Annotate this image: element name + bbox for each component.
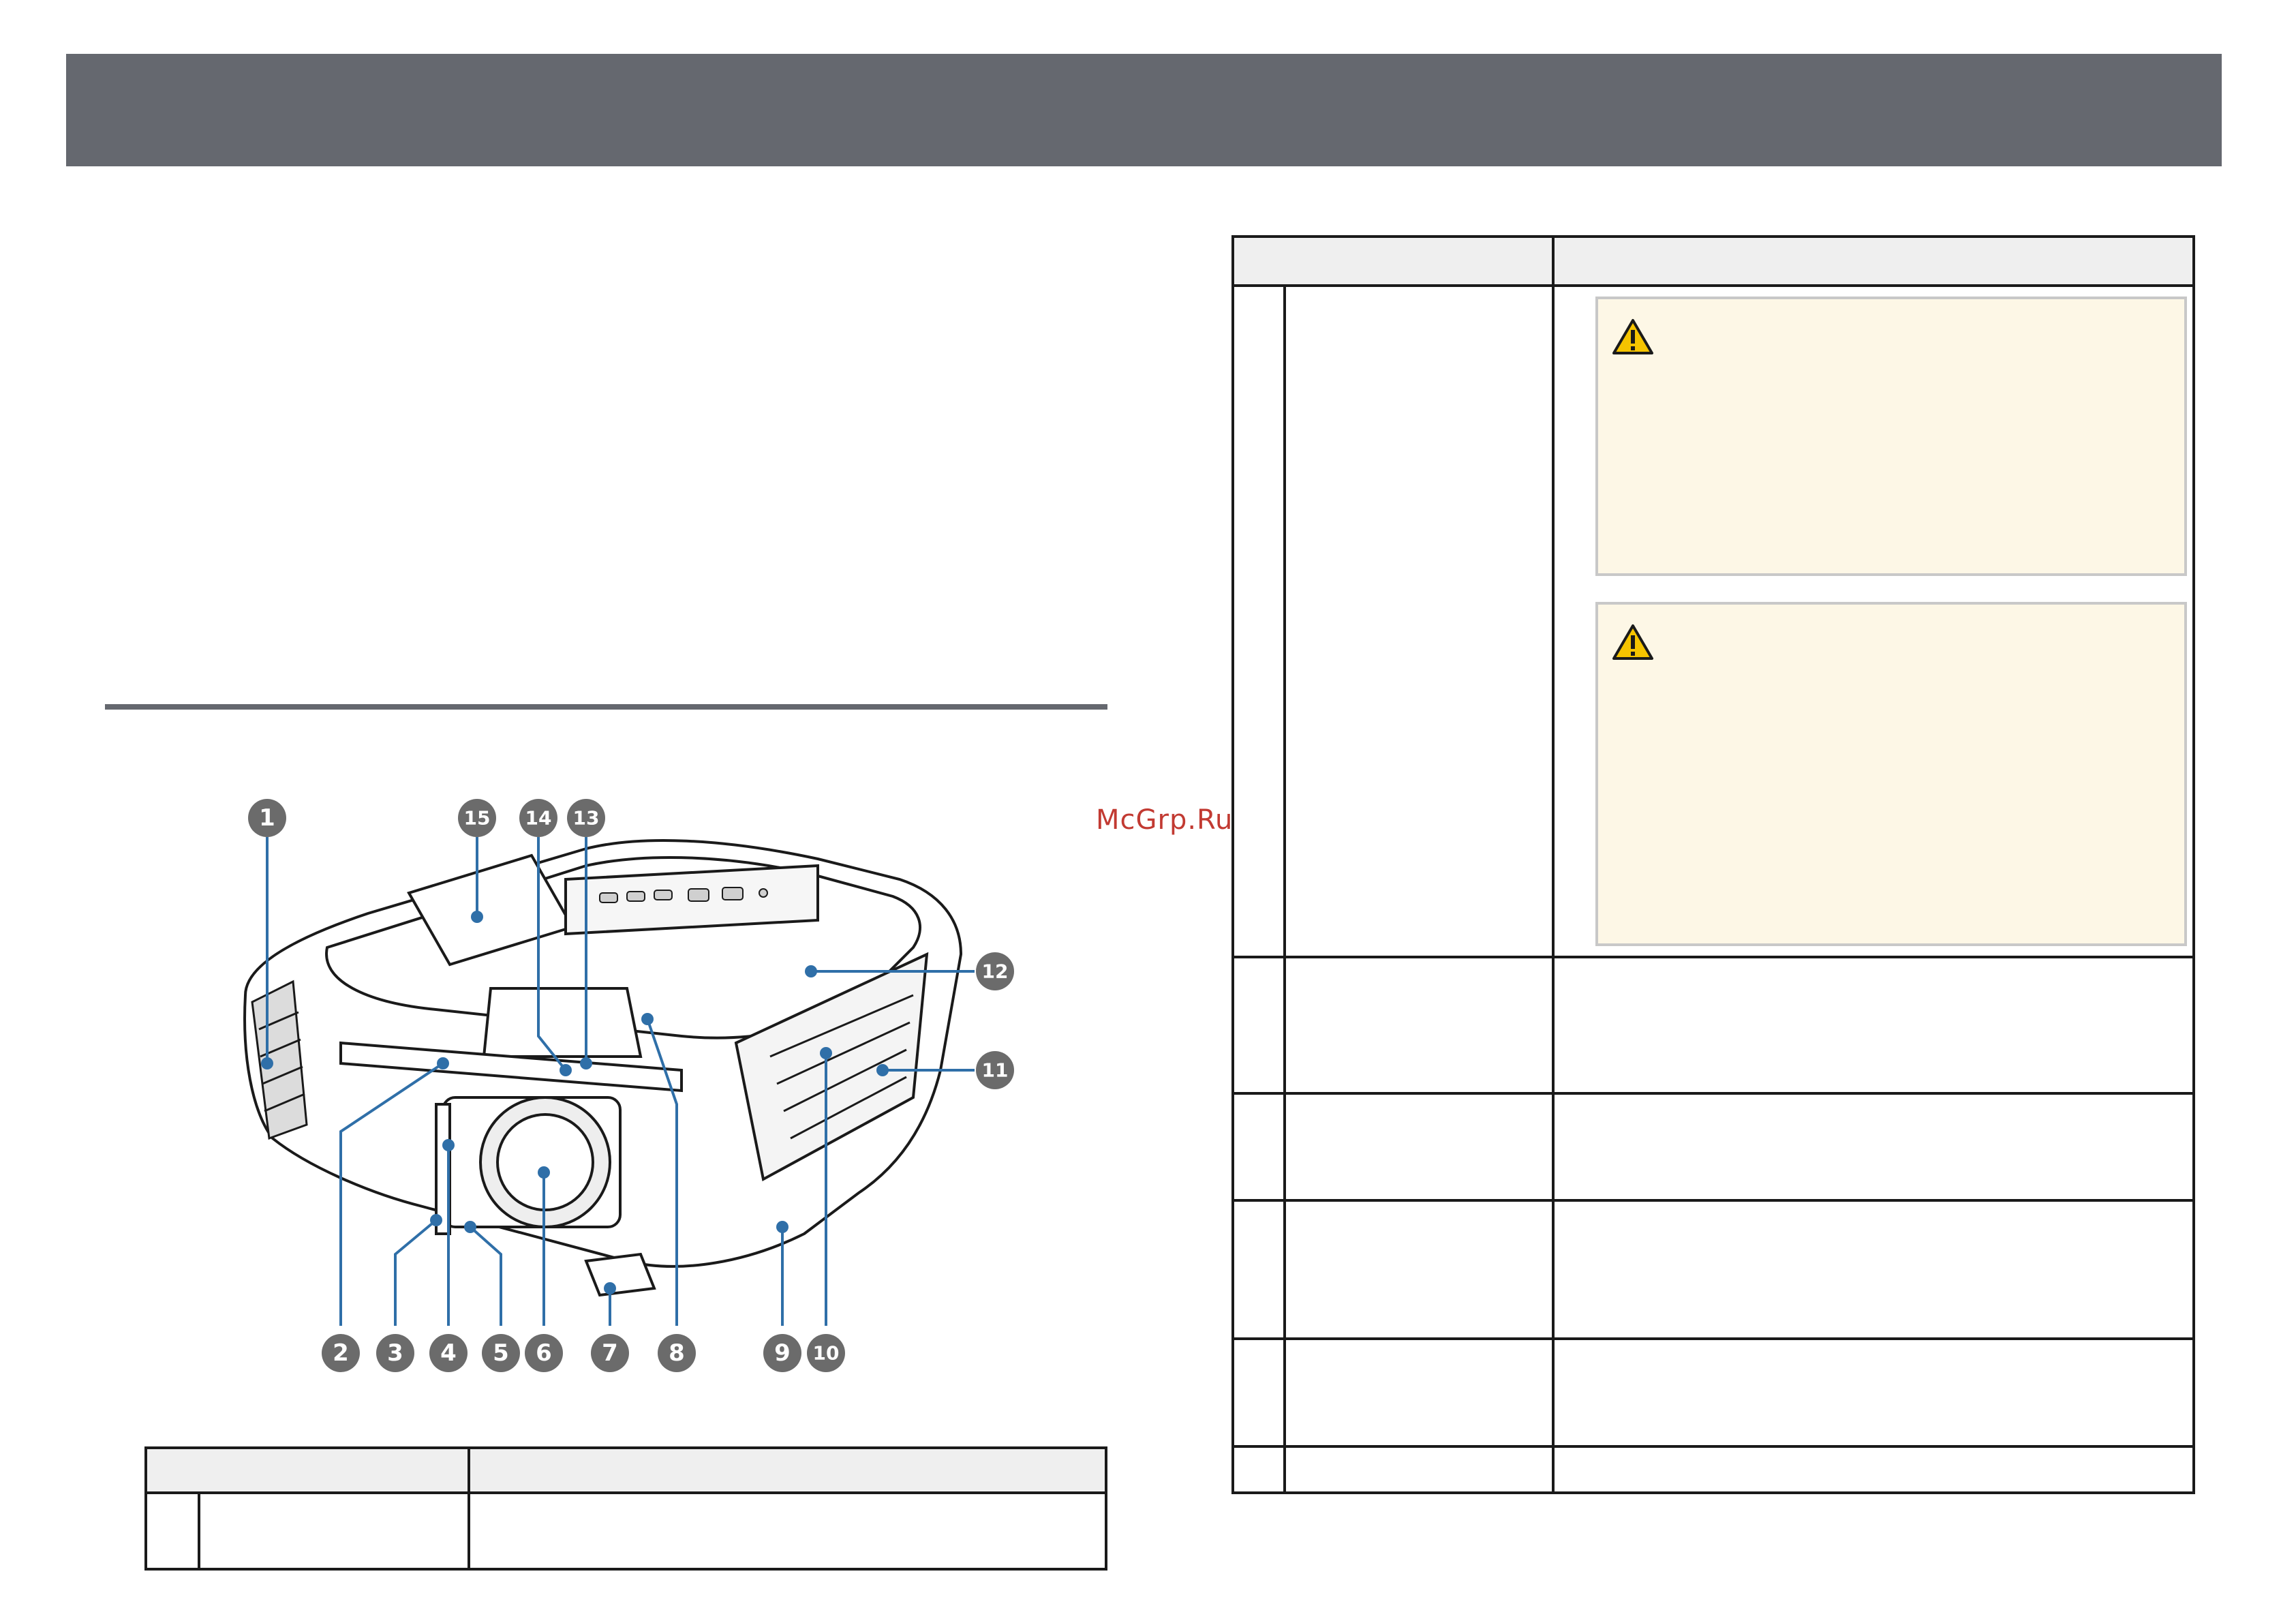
table-row xyxy=(1231,1337,2195,1448)
svg-text:5: 5 xyxy=(493,1339,509,1367)
row-name-cell xyxy=(1283,1445,1555,1494)
leader-lines xyxy=(261,837,975,1326)
callout-13: 13 xyxy=(567,799,605,837)
callout-5: 5 xyxy=(482,1334,520,1372)
table-header-row xyxy=(1231,235,2195,287)
row-name-cell xyxy=(1283,1092,1555,1202)
svg-text:1: 1 xyxy=(259,804,275,832)
callout-10: 10 xyxy=(807,1334,845,1372)
callout-9: 9 xyxy=(763,1334,801,1372)
svg-text:6: 6 xyxy=(536,1339,552,1367)
callout-8: 8 xyxy=(658,1334,696,1372)
svg-text:9: 9 xyxy=(774,1339,791,1367)
callout-4: 4 xyxy=(429,1334,468,1372)
svg-text:12: 12 xyxy=(982,960,1009,983)
row-number-cell xyxy=(1231,284,1286,958)
callout-15: 15 xyxy=(458,799,496,837)
callout-3: 3 xyxy=(376,1334,414,1372)
svg-text:4: 4 xyxy=(440,1339,457,1367)
row-name-cell xyxy=(1283,956,1555,1095)
table-header-row xyxy=(144,1446,1107,1494)
table-row xyxy=(1231,1445,2195,1494)
callout-12: 12 xyxy=(976,952,1014,990)
row-number-cell xyxy=(1231,1092,1286,1202)
header-cell-function xyxy=(1552,235,2195,287)
svg-text:14: 14 xyxy=(525,807,552,830)
right-parts-table xyxy=(1231,235,2195,1494)
row-function-cell xyxy=(1552,284,2195,958)
svg-text:13: 13 xyxy=(573,807,600,830)
row-number-cell xyxy=(1231,1445,1286,1494)
callout-7: 7 xyxy=(591,1334,629,1372)
svg-text:15: 15 xyxy=(464,807,491,830)
callout-14: 14 xyxy=(519,799,557,837)
row-number-cell xyxy=(1231,1199,1286,1340)
row-name-cell xyxy=(1283,284,1555,958)
table-row xyxy=(1231,956,2195,1095)
row-name-cell xyxy=(1283,1337,1555,1448)
svg-text:2: 2 xyxy=(333,1339,349,1367)
table-row xyxy=(1231,1199,2195,1340)
caution-box xyxy=(1595,297,2187,576)
svg-text:3: 3 xyxy=(387,1339,403,1367)
header-cell-name xyxy=(1231,235,1555,287)
callout-1: 1 xyxy=(248,799,286,837)
svg-text:7: 7 xyxy=(602,1339,618,1367)
callout-2: 2 xyxy=(322,1334,360,1372)
callout-11: 11 xyxy=(976,1051,1014,1089)
warning-triangle-icon xyxy=(1612,624,1653,660)
table-row xyxy=(1231,284,2195,958)
row-number-cell xyxy=(1231,956,1286,1095)
svg-text:10: 10 xyxy=(813,1342,840,1365)
header-cell-name xyxy=(144,1446,470,1494)
svg-text:8: 8 xyxy=(669,1339,685,1367)
row-function-cell xyxy=(468,1491,1107,1571)
svg-text:11: 11 xyxy=(982,1059,1009,1082)
caution-box xyxy=(1595,602,2187,946)
row-function-cell xyxy=(1552,1199,2195,1340)
table-row xyxy=(1231,1092,2195,1202)
row-name-cell xyxy=(198,1491,470,1571)
row-name-cell xyxy=(1283,1199,1555,1340)
header-cell-function xyxy=(468,1446,1107,1494)
row-function-cell xyxy=(1552,1337,2195,1448)
row-function-cell xyxy=(1552,1445,2195,1494)
row-function-cell xyxy=(1552,1092,2195,1202)
row-function-cell xyxy=(1552,956,2195,1095)
left-parts-table xyxy=(144,1446,1107,1571)
table-row xyxy=(144,1491,1107,1571)
warning-triangle-icon xyxy=(1612,319,1653,354)
row-number-cell xyxy=(144,1491,200,1571)
row-number-cell xyxy=(1231,1337,1286,1448)
callout-6: 6 xyxy=(525,1334,563,1372)
